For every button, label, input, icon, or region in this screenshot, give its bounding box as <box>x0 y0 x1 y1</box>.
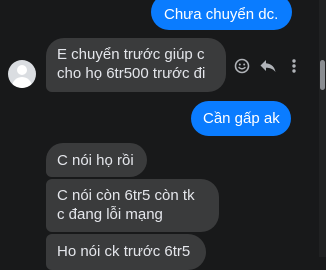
user-avatar-icon[interactable] <box>8 60 36 88</box>
message-text: C nói họ rồi <box>57 152 134 169</box>
message-bubble-outgoing[interactable]: Cần gấp ak <box>191 101 291 136</box>
scrollbar[interactable] <box>319 0 326 257</box>
scrollbar-thumb[interactable] <box>320 60 325 90</box>
reply-icon[interactable] <box>258 56 278 76</box>
message-bubble-incoming[interactable]: Ho nói ck trước 6tr5 <box>46 234 206 270</box>
message-text-line: C nói còn 6tr5 còn tk <box>57 187 195 204</box>
message-text-line: E chuyển trước giúp c <box>57 46 205 63</box>
message-bubble-incoming[interactable]: E chuyển trước giúp c cho họ 6tr500 trướ… <box>46 38 226 92</box>
message-text-line: c đang lỗi mạng <box>57 206 163 223</box>
more-vertical-icon[interactable] <box>284 56 304 76</box>
message-text: Ho nói ck trước 6tr5 <box>57 243 191 260</box>
message-text: Cần gấp ak <box>203 110 280 127</box>
message-bubble-incoming[interactable]: C nói còn 6tr5 còn tk c đang lỗi mạng <box>46 179 219 232</box>
message-bubble-outgoing[interactable]: Chưa chuyển dc. <box>151 0 292 30</box>
message-bubble-incoming[interactable]: C nói họ rồi <box>46 143 147 177</box>
smiley-icon[interactable] <box>232 56 252 76</box>
message-text-line: cho họ 6tr500 trước đi <box>57 65 206 82</box>
message-text: Chưa chuyển dc. <box>164 6 279 23</box>
message-actions <box>232 56 304 76</box>
